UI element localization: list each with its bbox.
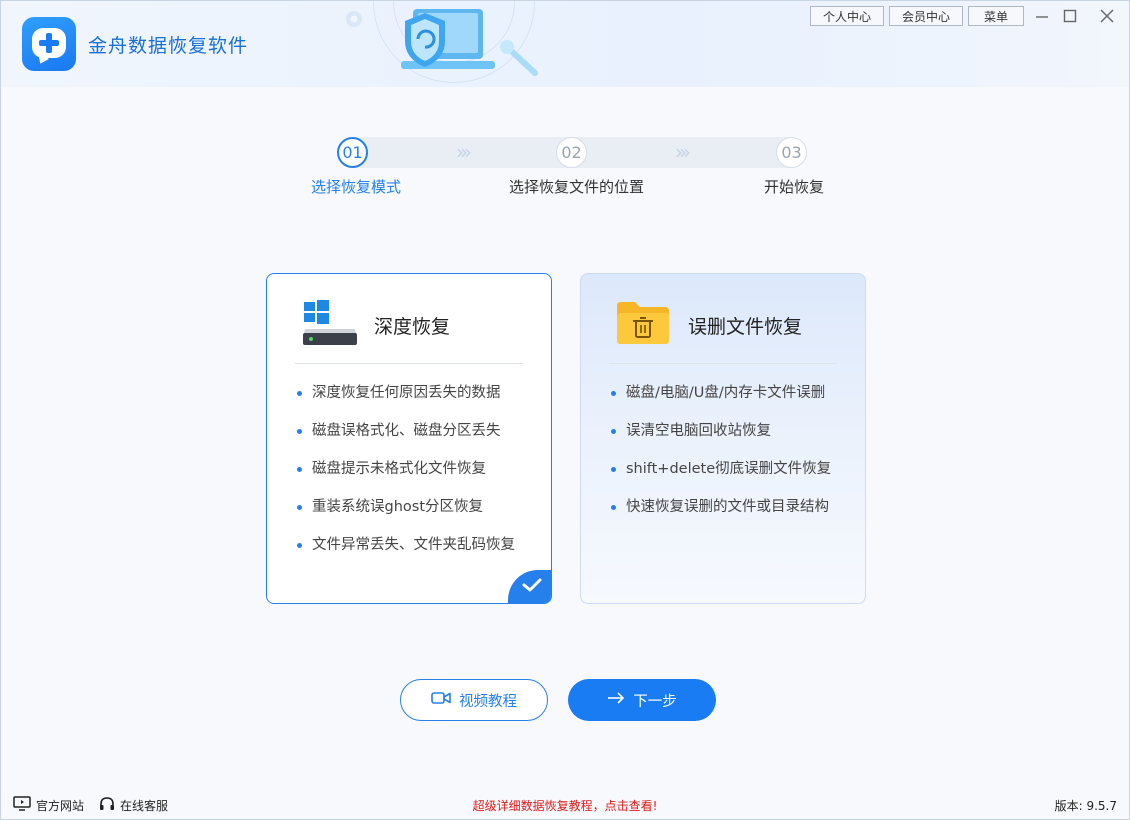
chevron-right-icon: ›››: [675, 140, 691, 164]
step-1-label: 选择恢复模式: [311, 178, 402, 196]
maximize-icon[interactable]: [1061, 7, 1079, 25]
step-3-number: 03: [776, 137, 807, 168]
list-item: 深度恢复任何原因丢失的数据: [295, 374, 515, 412]
close-icon[interactable]: [1098, 7, 1116, 25]
list-item: 磁盘提示未格式化文件恢复: [295, 450, 515, 488]
next-step-label: 下一步: [633, 693, 677, 710]
minimize-icon[interactable]: [1033, 7, 1051, 25]
hard-drive-icon: [301, 299, 359, 351]
divider: [295, 363, 523, 364]
list-item: 重装系统误ghost分区恢复: [295, 488, 515, 526]
video-tutorial-label: 视频教程: [459, 693, 517, 710]
deleted-file-recovery-card[interactable]: 误删文件恢复 磁盘/电脑/U盘/内存卡文件误删 误清空电脑回收站恢复 shift…: [580, 273, 866, 604]
deleted-recovery-feature-list: 磁盘/电脑/U盘/内存卡文件误删 误清空电脑回收站恢复 shift+delete…: [609, 374, 831, 526]
list-item: 快速恢复误删的文件或目录结构: [609, 488, 831, 526]
list-item: 磁盘/电脑/U盘/内存卡文件误删: [609, 374, 831, 412]
selected-checkmark-icon: [508, 570, 551, 603]
app-title: 金舟数据恢复软件: [88, 35, 249, 57]
step-3-label: 开始恢复: [764, 178, 825, 196]
deleted-recovery-title: 误删文件恢复: [688, 316, 803, 338]
deep-recovery-title: 深度恢复: [374, 316, 451, 338]
menu-button[interactable]: 菜单: [968, 6, 1024, 26]
tutorial-promo-link[interactable]: 超级详细数据恢复教程，点击查看!: [1, 797, 1129, 814]
video-camera-icon: [431, 691, 451, 709]
list-item: 磁盘误格式化、磁盘分区丢失: [295, 412, 515, 450]
app-logo-icon: [22, 17, 76, 71]
video-tutorial-button[interactable]: 视频教程: [400, 679, 548, 721]
list-item: 误清空电脑回收站恢复: [609, 412, 831, 450]
folder-trash-icon: [615, 300, 671, 350]
deep-recovery-card[interactable]: 深度恢复 深度恢复任何原因丢失的数据 磁盘误格式化、磁盘分区丢失 磁盘提示未格式…: [266, 273, 552, 604]
deep-recovery-feature-list: 深度恢复任何原因丢失的数据 磁盘误格式化、磁盘分区丢失 磁盘提示未格式化文件恢复…: [295, 374, 515, 564]
list-item: shift+delete彻底误删文件恢复: [609, 450, 831, 488]
step-1-number: 01: [337, 137, 368, 168]
title-bar: 金舟数据恢复软件 个人中心 会员中心 菜单: [1, 1, 1129, 87]
header-illustration-icon: [321, 1, 581, 87]
divider: [609, 363, 837, 364]
arrow-right-icon: [607, 692, 625, 708]
personal-center-button[interactable]: 个人中心: [810, 6, 884, 26]
next-step-button[interactable]: 下一步: [568, 679, 716, 721]
app-window: 金舟数据恢复软件 个人中心 会员中心 菜单 ››› ››› 01 02 03 选…: [0, 0, 1130, 820]
member-center-button[interactable]: 会员中心: [889, 6, 963, 26]
step-2-number: 02: [556, 137, 587, 168]
step-2-label: 选择恢复文件的位置: [509, 178, 645, 196]
list-item: 文件异常丢失、文件夹乱码恢复: [295, 526, 515, 564]
version-label: 版本: 9.5.7: [1054, 799, 1117, 813]
chevron-right-icon: ›››: [456, 140, 472, 164]
